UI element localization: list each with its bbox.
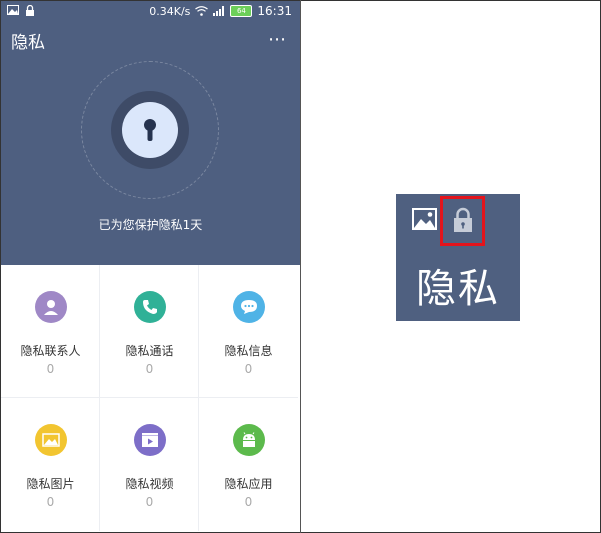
image-notification-icon — [7, 5, 19, 15]
picture-icon — [35, 424, 67, 456]
grid-item-calls[interactable]: 隐私通话 0 — [100, 265, 199, 398]
grid-item-label: 隐私视频 — [125, 477, 174, 491]
page-title: 隐私 — [11, 33, 45, 53]
grid-item-label: 隐私图片 — [26, 477, 75, 491]
grid-item-messages[interactable]: 隐私信息 0 — [199, 265, 298, 398]
highlight-box — [440, 196, 485, 246]
phone-icon — [134, 291, 166, 323]
privacy-app-badge: 隐私 — [396, 194, 520, 321]
video-icon — [134, 424, 166, 456]
protect-days-text: 已为您保护隐私1天 — [98, 218, 203, 232]
keyhole-icon — [144, 119, 156, 141]
panel-divider — [300, 0, 301, 533]
battery-icon: 64 — [230, 5, 253, 17]
grid-item-label: 隐私信息 — [224, 344, 273, 358]
grid-item-label: 隐私通话 — [125, 344, 174, 358]
privacy-grid: 隐私联系人 0 隐私通话 0 隐私信息 0 隐私图片 0 隐私视频 0 隐私应用… — [1, 265, 300, 532]
grid-item-count: 0 — [46, 495, 55, 509]
contact-icon — [35, 291, 67, 323]
grid-item-label: 隐私联系人 — [20, 344, 81, 358]
badge-label: 隐私 — [416, 266, 500, 312]
android-icon — [233, 424, 265, 456]
lock-button[interactable] — [122, 102, 178, 158]
wifi-icon — [195, 6, 209, 16]
status-bar: 0.34K/s 64 16:31 — [1, 1, 300, 23]
grid-item-pictures[interactable]: 隐私图片 0 — [1, 398, 100, 531]
grid-item-count: 0 — [145, 495, 154, 509]
privacy-header: 0.34K/s 64 16:31 隐私 ⋯ 已为您保护隐私1天 — [1, 1, 300, 265]
phone-screen: 0.34K/s 64 16:31 隐私 ⋯ 已为您保护隐私1天 隐私联系人 0 — [1, 1, 300, 532]
grid-item-apps[interactable]: 隐私应用 0 — [199, 398, 298, 531]
network-speed: 0.34K/s — [149, 4, 191, 18]
grid-item-count: 0 — [244, 362, 253, 376]
grid-item-count: 0 — [244, 495, 253, 509]
grid-item-label: 隐私应用 — [224, 477, 273, 491]
clock: 16:31 — [257, 4, 292, 18]
lock-notification-icon — [26, 5, 34, 16]
grid-item-count: 0 — [46, 362, 55, 376]
grid-item-videos[interactable]: 隐私视频 0 — [100, 398, 199, 531]
image-icon — [412, 208, 437, 230]
message-icon — [233, 291, 265, 323]
signal-icon — [213, 6, 225, 16]
grid-item-count: 0 — [145, 362, 154, 376]
grid-item-contacts[interactable]: 隐私联系人 0 — [1, 265, 100, 398]
more-options-button[interactable]: ⋯ — [268, 29, 288, 50]
